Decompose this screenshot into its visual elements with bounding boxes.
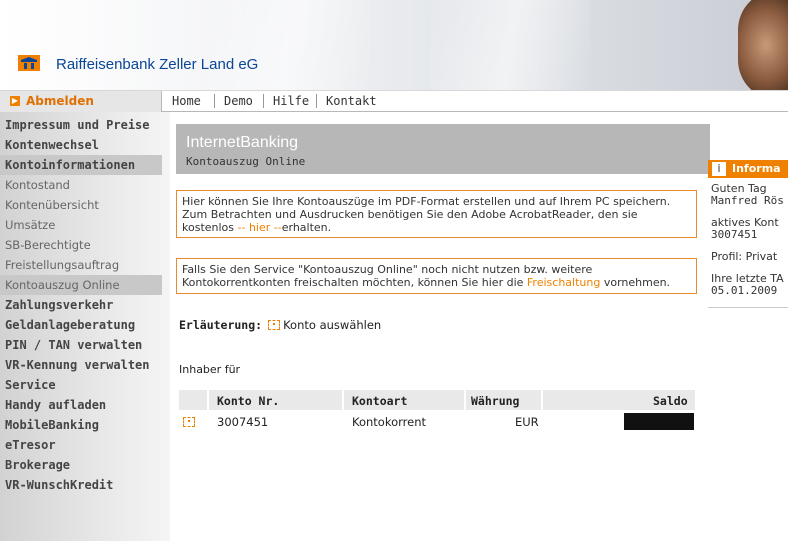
info-box-activation: Falls Sie den Service "Kontoauszug Onlin… — [176, 258, 697, 294]
column-divider — [207, 390, 209, 410]
sidebar-item-sb-berechtigte[interactable]: SB-Berechtigte — [0, 235, 162, 255]
user-name: Manfred Rös — [711, 194, 784, 207]
cell-saldo-redacted — [624, 413, 694, 430]
nav-home[interactable]: Home — [172, 94, 201, 108]
sidebar-item-freistellungsauftrag[interactable]: Freistellungsauftrag — [0, 255, 162, 275]
select-account-icon — [268, 320, 281, 330]
content-header: InternetBanking Kontoauszug Online — [176, 124, 710, 174]
nav-kontakt[interactable]: Kontakt — [326, 94, 377, 108]
info-text: Falls Sie den Service "Kontoauszug Onlin… — [182, 263, 593, 276]
info-text-pre: kostenlos — [182, 221, 238, 234]
info-icon: i — [712, 162, 726, 176]
sidebar-item-umsaetze[interactable]: Umsätze — [0, 215, 162, 235]
bank-name[interactable]: Raiffeisenbank Zeller Land eG — [56, 56, 258, 73]
sidebar-item-kontoinformationen[interactable]: Kontoinformationen — [0, 155, 162, 175]
column-divider — [342, 390, 344, 410]
sidebar-item-etresor[interactable]: eTresor — [0, 435, 162, 455]
sidebar-item-kontoauszug-online[interactable]: Kontoauszug Online — [0, 275, 162, 295]
table-header: Konto Nr. Kontoart Währung Saldo — [179, 390, 695, 410]
sidebar-item-zahlungsverkehr[interactable]: Zahlungsverkehr — [0, 295, 162, 315]
logout-button[interactable]: ▶ Abmelden — [0, 91, 162, 112]
sidebar-item-service[interactable]: Service — [0, 375, 162, 395]
acrobat-download-link[interactable]: -- hier -- — [238, 221, 282, 234]
cell-waehrung: EUR — [515, 415, 539, 429]
legend-text: Konto auswählen — [283, 318, 382, 332]
header-banner: Raiffeisenbank Zeller Land eG — [0, 0, 788, 90]
top-navigation: ▶ Abmelden Home Demo Hilfe Kontakt — [0, 90, 788, 112]
cell-konto[interactable]: 3007451 — [217, 415, 268, 429]
info-text: Kontokorrentkonten freischalten möchten,… — [182, 276, 691, 289]
info-box-pdf: Hier können Sie Ihre Kontoauszüge im PDF… — [176, 190, 697, 238]
nav-hilfe[interactable]: Hilfe — [273, 94, 309, 108]
nav-demo[interactable]: Demo — [224, 94, 253, 108]
banner-decoration — [210, 0, 370, 90]
banner-photo — [738, 0, 788, 90]
column-divider — [464, 390, 466, 410]
cell-kontoart: Kontokorrent — [352, 415, 426, 429]
nav-divider — [214, 94, 215, 108]
info-text: Hier können Sie Ihre Kontoauszüge im PDF… — [182, 195, 671, 208]
logout-label: Abmelden — [26, 94, 94, 108]
profile: Profil: Privat — [711, 250, 778, 263]
sidebar: Impressum und Preise Kontenwechsel Konto… — [0, 112, 170, 541]
info-text-pre: Kontokorrentkonten freischalten möchten,… — [182, 276, 527, 289]
sidebar-item-geldanlageberatung[interactable]: Geldanlageberatung — [0, 315, 162, 335]
nav-divider — [316, 94, 317, 108]
sidebar-item-kontenuebersicht[interactable]: Kontenübersicht — [0, 195, 162, 215]
column-header-waehrung: Währung — [471, 394, 520, 408]
select-account-icon[interactable] — [183, 417, 195, 427]
info-text: Zum Betrachten und Ausdrucken benötigen … — [182, 208, 638, 221]
sidebar-item-kontenwechsel[interactable]: Kontenwechsel — [0, 135, 162, 155]
info-panel: i Informa Guten Tag Manfred Rös aktives … — [708, 158, 788, 308]
legend-label: Erläuterung: — [179, 318, 263, 332]
info-panel-title: Informa — [732, 162, 781, 175]
column-header-konto: Konto Nr. — [217, 394, 280, 408]
info-panel-header: i Informa — [708, 160, 788, 178]
info-text: kostenlos -- hier --erhalten. — [182, 221, 691, 234]
column-header-kontoart: Kontoart — [352, 394, 408, 408]
sidebar-item-vr-wunschkredit[interactable]: VR-WunschKredit — [0, 475, 162, 495]
banner-decoration — [430, 0, 590, 90]
table-row[interactable]: 3007451 Kontokorrent EUR — [179, 413, 695, 431]
arrow-right-icon: ▶ — [10, 96, 20, 106]
sidebar-item-handy-aufladen[interactable]: Handy aufladen — [0, 395, 162, 415]
raiffeisen-logo-icon — [18, 55, 40, 71]
holder-label: Inhaber für — [179, 363, 241, 376]
sidebar-item-vr-kennung[interactable]: VR-Kennung verwalten — [0, 355, 162, 375]
column-divider — [541, 390, 543, 410]
sidebar-item-kontostand[interactable]: Kontostand — [0, 175, 162, 195]
sidebar-item-impressum[interactable]: Impressum und Preise — [0, 115, 162, 135]
sidebar-item-brokerage[interactable]: Brokerage — [0, 455, 162, 475]
nav-divider — [263, 94, 264, 108]
sidebar-item-mobilebanking[interactable]: MobileBanking — [0, 415, 162, 435]
active-account: 3007451 — [711, 228, 758, 241]
legend: Erläuterung: Konto auswählen — [179, 318, 381, 332]
freischaltung-link[interactable]: Freischaltung — [527, 276, 600, 289]
info-text-post: vornehmen. — [600, 276, 671, 289]
page-title: InternetBanking — [186, 134, 299, 151]
info-text-post: erhalten. — [281, 221, 332, 234]
sidebar-item-pin-tan[interactable]: PIN / TAN verwalten — [0, 335, 162, 355]
page-subtitle: Kontoauszug Online — [186, 155, 306, 168]
last-login-date: 05.01.2009 — [711, 284, 778, 297]
column-header-saldo: Saldo — [653, 394, 688, 408]
